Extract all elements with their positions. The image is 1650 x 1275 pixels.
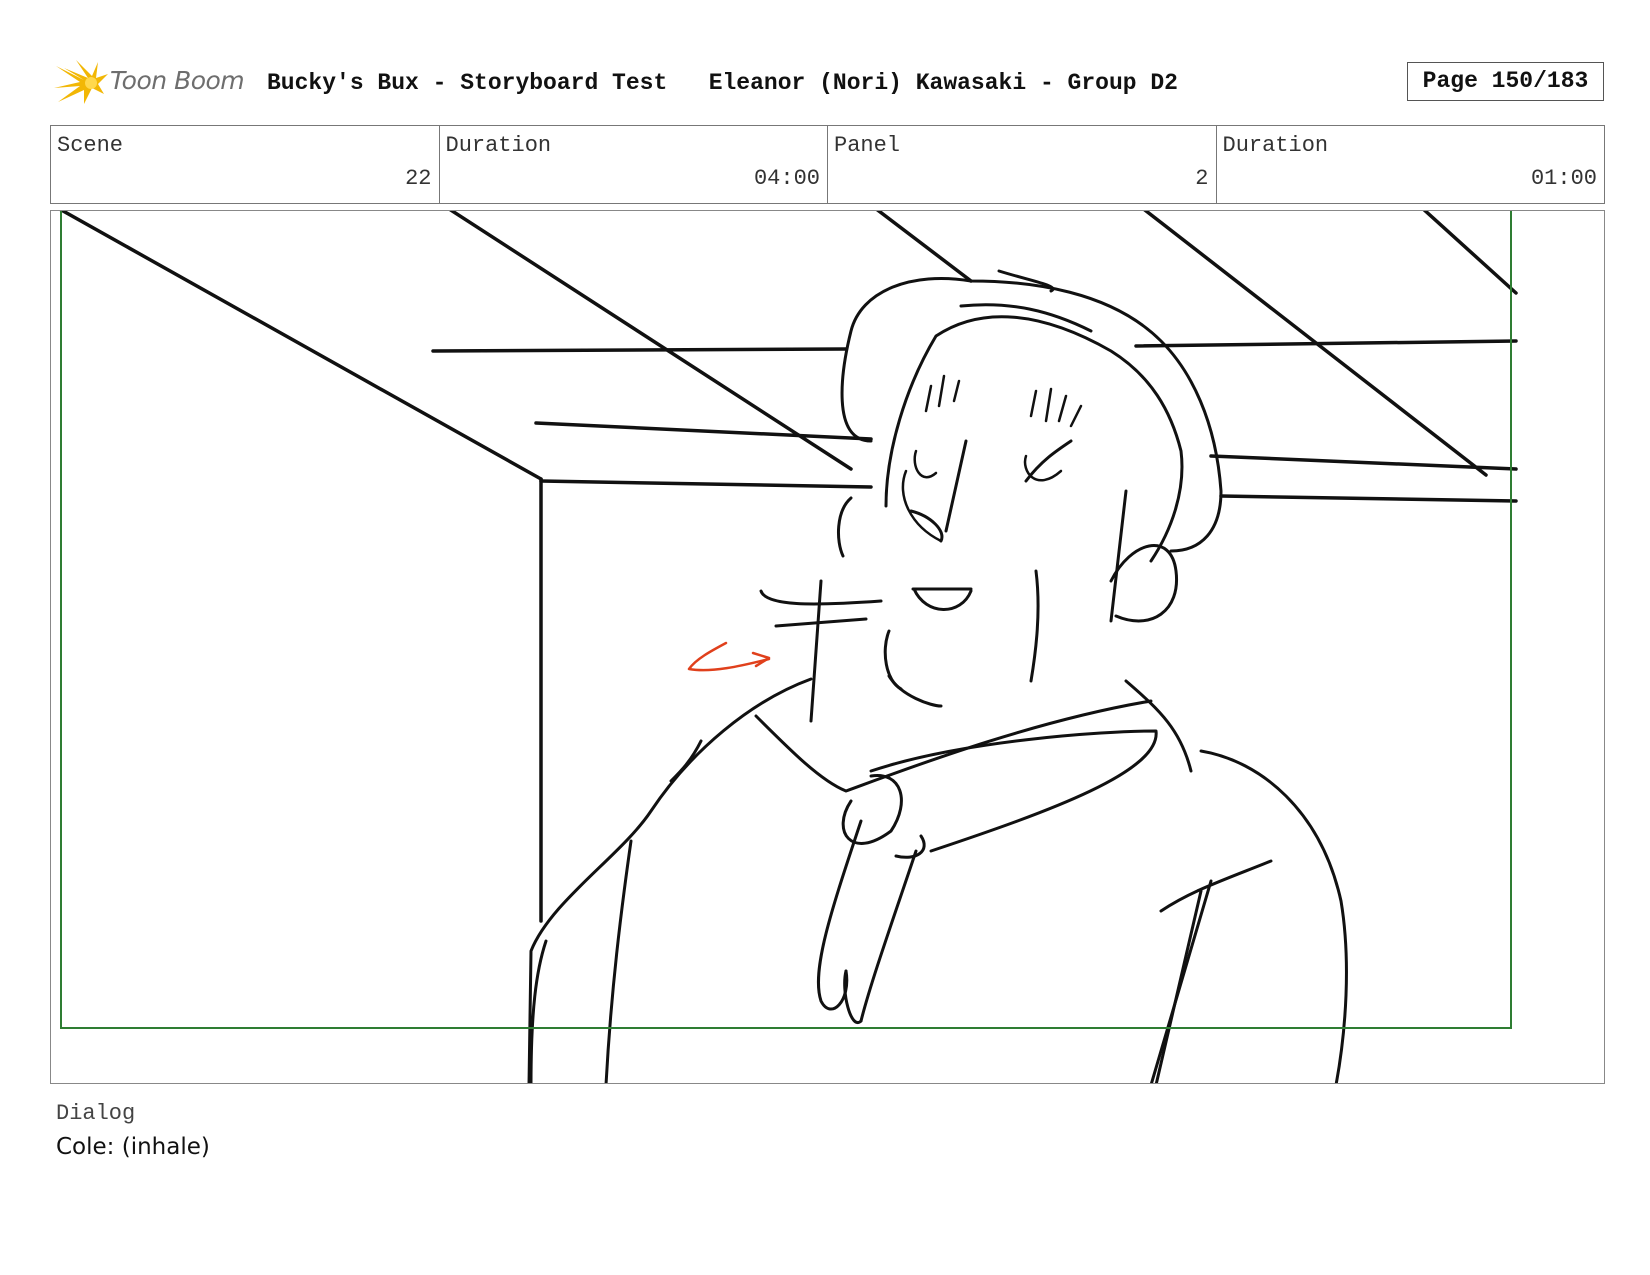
character-body	[527, 677, 1348, 1083]
panel-value: 2	[1195, 166, 1209, 191]
page-number: Page 150/183	[1407, 62, 1604, 101]
toon-boom-logo: Toon Boom	[54, 58, 254, 108]
scene-label: Scene	[57, 133, 124, 158]
scene-value: 22	[405, 166, 432, 191]
panel-duration-value: 01:00	[1530, 166, 1597, 191]
author-name: Eleanor (Nori) Kawasaki - Group D2	[708, 70, 1178, 96]
document-title: Bucky's Bux - Storyboard Test Eleanor (N…	[267, 70, 1178, 96]
dialog-label: Dialog	[56, 1101, 136, 1126]
eyelashes	[901, 374, 1083, 543]
panel-cell: Panel 2	[828, 126, 1217, 203]
character-head	[759, 269, 1223, 723]
storyboard-panel	[50, 210, 1605, 1084]
page-header: Toon Boom Bucky's Bux - Storyboard Test …	[52, 58, 1604, 108]
panel-sketch	[59, 211, 1518, 1083]
star-burst-icon	[54, 60, 108, 104]
scene-duration-value: 04:00	[753, 166, 820, 191]
dialog-text: Cole: (inhale)	[56, 1134, 210, 1160]
action-arrow-annotation	[687, 641, 771, 672]
scene-duration-label: Duration	[445, 133, 552, 158]
panel-duration-cell: Duration 01:00	[1217, 126, 1605, 203]
panel-duration-label: Duration	[1222, 133, 1329, 158]
panel-label: Panel	[834, 133, 901, 158]
scene-duration-cell: Duration 04:00	[440, 126, 828, 203]
project-title: Bucky's Bux - Storyboard Test	[267, 70, 668, 96]
logo-text: Toon Boom	[110, 66, 245, 95]
scene-cell: Scene 22	[51, 126, 440, 203]
scene-info-table: Scene 22 Duration 04:00 Panel 2 Duration…	[50, 125, 1605, 204]
ceiling-lines	[59, 211, 1518, 923]
